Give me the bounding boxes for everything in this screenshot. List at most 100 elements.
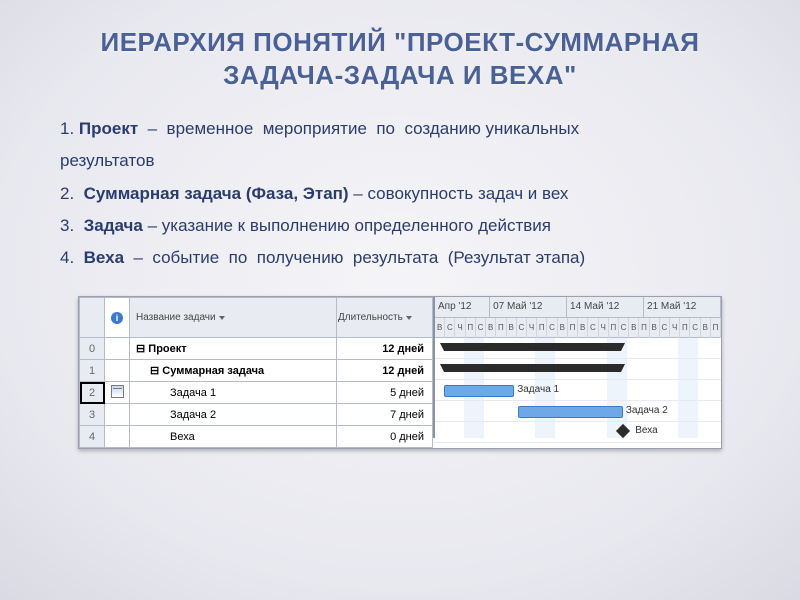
day-cell: П: [568, 318, 578, 338]
definition-2: 2. Суммарная задача (Фаза, Этап) – совок…: [60, 178, 740, 210]
row-icon: [105, 338, 130, 360]
bar-label: Задача 1: [517, 384, 559, 395]
row-icon: [105, 426, 130, 448]
row-num: 3: [80, 404, 105, 426]
day-cell: В: [701, 318, 711, 338]
day-cell: Ч: [527, 318, 537, 338]
table-row[interactable]: 1 ⊟ Суммарная задача 12 дней: [80, 360, 433, 382]
task-name-cell[interactable]: Задача 1: [130, 382, 337, 404]
day-cell: П: [466, 318, 476, 338]
table-row[interactable]: 2 Задача 1 5 дней: [80, 382, 433, 404]
col-task-name[interactable]: Название задачи: [130, 298, 337, 338]
desc: – указание к выполнению определенного де…: [143, 216, 551, 235]
info-icon: i: [111, 312, 123, 324]
num: 1.: [60, 119, 79, 138]
day-cell: П: [496, 318, 506, 338]
task-name-cell[interactable]: Задача 2: [130, 404, 337, 426]
col-info[interactable]: i: [105, 298, 130, 338]
gantt-row: Веха: [435, 422, 721, 443]
col-duration[interactable]: Длительность: [337, 298, 433, 338]
day-row: ВСЧПСВПВСЧПСВПВСЧПСВПВСЧПСВП: [435, 318, 721, 338]
day-cell: С: [660, 318, 670, 338]
day-cell: В: [507, 318, 517, 338]
task-name-cell[interactable]: Веха: [130, 426, 337, 448]
task-name-cell[interactable]: ⊟ Проект: [130, 338, 337, 360]
day-cell: С: [517, 318, 527, 338]
day-cell: С: [690, 318, 700, 338]
task-bar[interactable]: Задача 1: [444, 385, 515, 397]
gantt-chart: Апр '12 07 Май '12 14 Май '12 21 Май '12…: [433, 297, 721, 438]
gantt-row: Задача 1: [435, 380, 721, 401]
term: Задача: [84, 216, 143, 235]
milestone-diamond[interactable]: [616, 424, 630, 438]
chevron-down-icon: [406, 316, 412, 320]
gantt-row: Задача 2: [435, 401, 721, 422]
definition-1-cont: результатов: [60, 145, 740, 177]
day-cell: С: [588, 318, 598, 338]
month-cell: 14 Май '12: [567, 297, 644, 317]
day-cell: С: [445, 318, 455, 338]
duration-cell[interactable]: 12 дней: [337, 360, 433, 382]
gantt-row: [435, 359, 721, 380]
slide-title: ИЕРАРХИЯ ПОНЯТИЙ "ПРОЕКТ-СУММАРНАЯ ЗАДАЧ…: [60, 26, 740, 91]
term: Проект: [79, 119, 138, 138]
day-cell: В: [650, 318, 660, 338]
duration-cell[interactable]: 12 дней: [337, 338, 433, 360]
desc: – временное мероприятие по созданию уник…: [138, 119, 579, 138]
day-cell: П: [609, 318, 619, 338]
day-cell: П: [639, 318, 649, 338]
month-cell: 07 Май '12: [490, 297, 567, 317]
num: 2.: [60, 184, 84, 203]
gantt-row: [435, 338, 721, 359]
col-rownum[interactable]: [80, 298, 105, 338]
table-row[interactable]: 3 Задача 2 7 дней: [80, 404, 433, 426]
day-cell: В: [486, 318, 496, 338]
term: Веха: [84, 248, 124, 267]
day-cell: П: [680, 318, 690, 338]
table-row[interactable]: 4 Веха 0 дней: [80, 426, 433, 448]
row-icon: [105, 404, 130, 426]
definition-3: 3. Задача – указание к выполнению опреде…: [60, 210, 740, 242]
day-cell: В: [435, 318, 445, 338]
summary-bar[interactable]: [444, 343, 621, 351]
day-cell: В: [629, 318, 639, 338]
summary-bar[interactable]: [444, 364, 621, 372]
task-name-cell[interactable]: ⊟ Суммарная задача: [130, 360, 337, 382]
desc: – совокупность задач и вех: [349, 184, 569, 203]
day-cell: П: [537, 318, 547, 338]
day-cell: Ч: [670, 318, 680, 338]
month-cell: Апр '12: [435, 297, 490, 317]
term: Суммарная задача (Фаза, Этап): [84, 184, 349, 203]
gantt-body[interactable]: Задача 1 Задача 2 Веха: [435, 338, 721, 438]
definition-1: 1. Проект – временное мероприятие по соз…: [60, 113, 740, 145]
day-cell: С: [476, 318, 486, 338]
num: 3.: [60, 216, 84, 235]
day-cell: С: [547, 318, 557, 338]
day-cell: Ч: [455, 318, 465, 338]
task-bar[interactable]: Задача 2: [518, 406, 623, 418]
milestone-label: Веха: [635, 425, 657, 436]
slide: ИЕРАРХИЯ ПОНЯТИЙ "ПРОЕКТ-СУММАРНАЯ ЗАДАЧ…: [0, 0, 800, 469]
row-icon: [105, 382, 130, 404]
table-row[interactable]: 0 ⊟ Проект 12 дней: [80, 338, 433, 360]
chevron-down-icon: [219, 316, 225, 320]
day-cell: П: [711, 318, 721, 338]
day-cell: С: [619, 318, 629, 338]
row-num: 1: [80, 360, 105, 382]
day-cell: Ч: [599, 318, 609, 338]
row-num: 0: [80, 338, 105, 360]
row-num: 4: [80, 426, 105, 448]
definition-4: 4. Веха – событие по получению результат…: [60, 242, 740, 274]
row-num: 2: [80, 382, 105, 404]
day-cell: В: [578, 318, 588, 338]
month-cell: 21 Май '12: [644, 297, 721, 317]
num: 4.: [60, 248, 84, 267]
definitions-list: 1. Проект – временное мероприятие по соз…: [60, 113, 740, 274]
timeline-header: Апр '12 07 Май '12 14 Май '12 21 Май '12…: [435, 297, 721, 338]
duration-cell[interactable]: 0 дней: [337, 426, 433, 448]
row-icon: [105, 360, 130, 382]
project-table: i Название задачи Длительность 0 ⊟ Проек…: [78, 296, 722, 449]
duration-cell[interactable]: 5 дней: [337, 382, 433, 404]
task-grid: i Название задачи Длительность 0 ⊟ Проек…: [79, 297, 433, 448]
duration-cell[interactable]: 7 дней: [337, 404, 433, 426]
